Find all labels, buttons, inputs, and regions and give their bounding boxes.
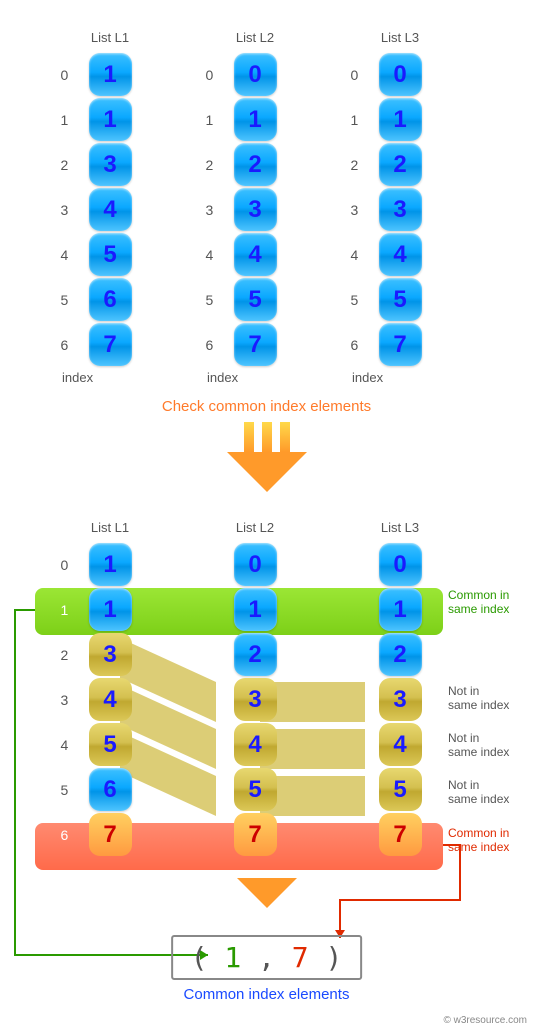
- bottom-cell: 0: [234, 543, 277, 586]
- bottom-cell: 54: [89, 723, 132, 766]
- result-tuple: ( 1 , 7 ): [171, 935, 363, 980]
- bottom-cell: 2: [234, 633, 277, 676]
- index-number: 3: [61, 692, 69, 708]
- bottom-list-2: List L2 0123457: [205, 520, 305, 858]
- bottom-cell: 3: [234, 678, 277, 721]
- result-caption: Common index elements: [0, 986, 533, 1003]
- index-number: 1: [61, 602, 69, 618]
- bottom-list-3: List L3 0123457: [350, 520, 450, 858]
- bottom-cell: 5: [234, 768, 277, 811]
- result-value-1: 1: [224, 941, 241, 974]
- result-value-2: 7: [292, 941, 309, 974]
- bottom-cell: 76: [89, 813, 132, 856]
- paren-open: (: [191, 941, 208, 974]
- bottom-cell: 1: [234, 588, 277, 631]
- bottom-cell: 2: [379, 633, 422, 676]
- bottom-cell: 4: [234, 723, 277, 766]
- bottom-cell: 32: [89, 633, 132, 676]
- bottom-cell: 3: [379, 678, 422, 721]
- copyright: © w3resource.com: [443, 1015, 527, 1026]
- bottom-list-header-3: List L3: [350, 520, 450, 535]
- bottom-list-header-2: List L2: [205, 520, 305, 535]
- index-number: 2: [61, 647, 69, 663]
- bottom-cell: 0: [379, 543, 422, 586]
- bottom-cell: 10: [89, 543, 132, 586]
- result-sep: ,: [258, 941, 275, 974]
- index-number: 4: [61, 737, 69, 753]
- index-number: 5: [61, 782, 69, 798]
- bottom-cell: 43: [89, 678, 132, 721]
- bottom-cell: 65: [89, 768, 132, 811]
- bottom-cell: 4: [379, 723, 422, 766]
- result-connectors: [0, 0, 533, 1030]
- index-number: 0: [61, 557, 69, 573]
- bottom-cell: 11: [89, 588, 132, 631]
- bottom-cell: 7: [379, 813, 422, 856]
- bottom-cell: 7: [234, 813, 277, 856]
- paren-close: ): [326, 941, 343, 974]
- bottom-list-1: List L110113243546576: [60, 520, 160, 858]
- index-number: 6: [61, 827, 69, 843]
- bottom-cell: 1: [379, 588, 422, 631]
- bottom-cell: 5: [379, 768, 422, 811]
- bottom-list-header-1: List L1: [60, 520, 160, 535]
